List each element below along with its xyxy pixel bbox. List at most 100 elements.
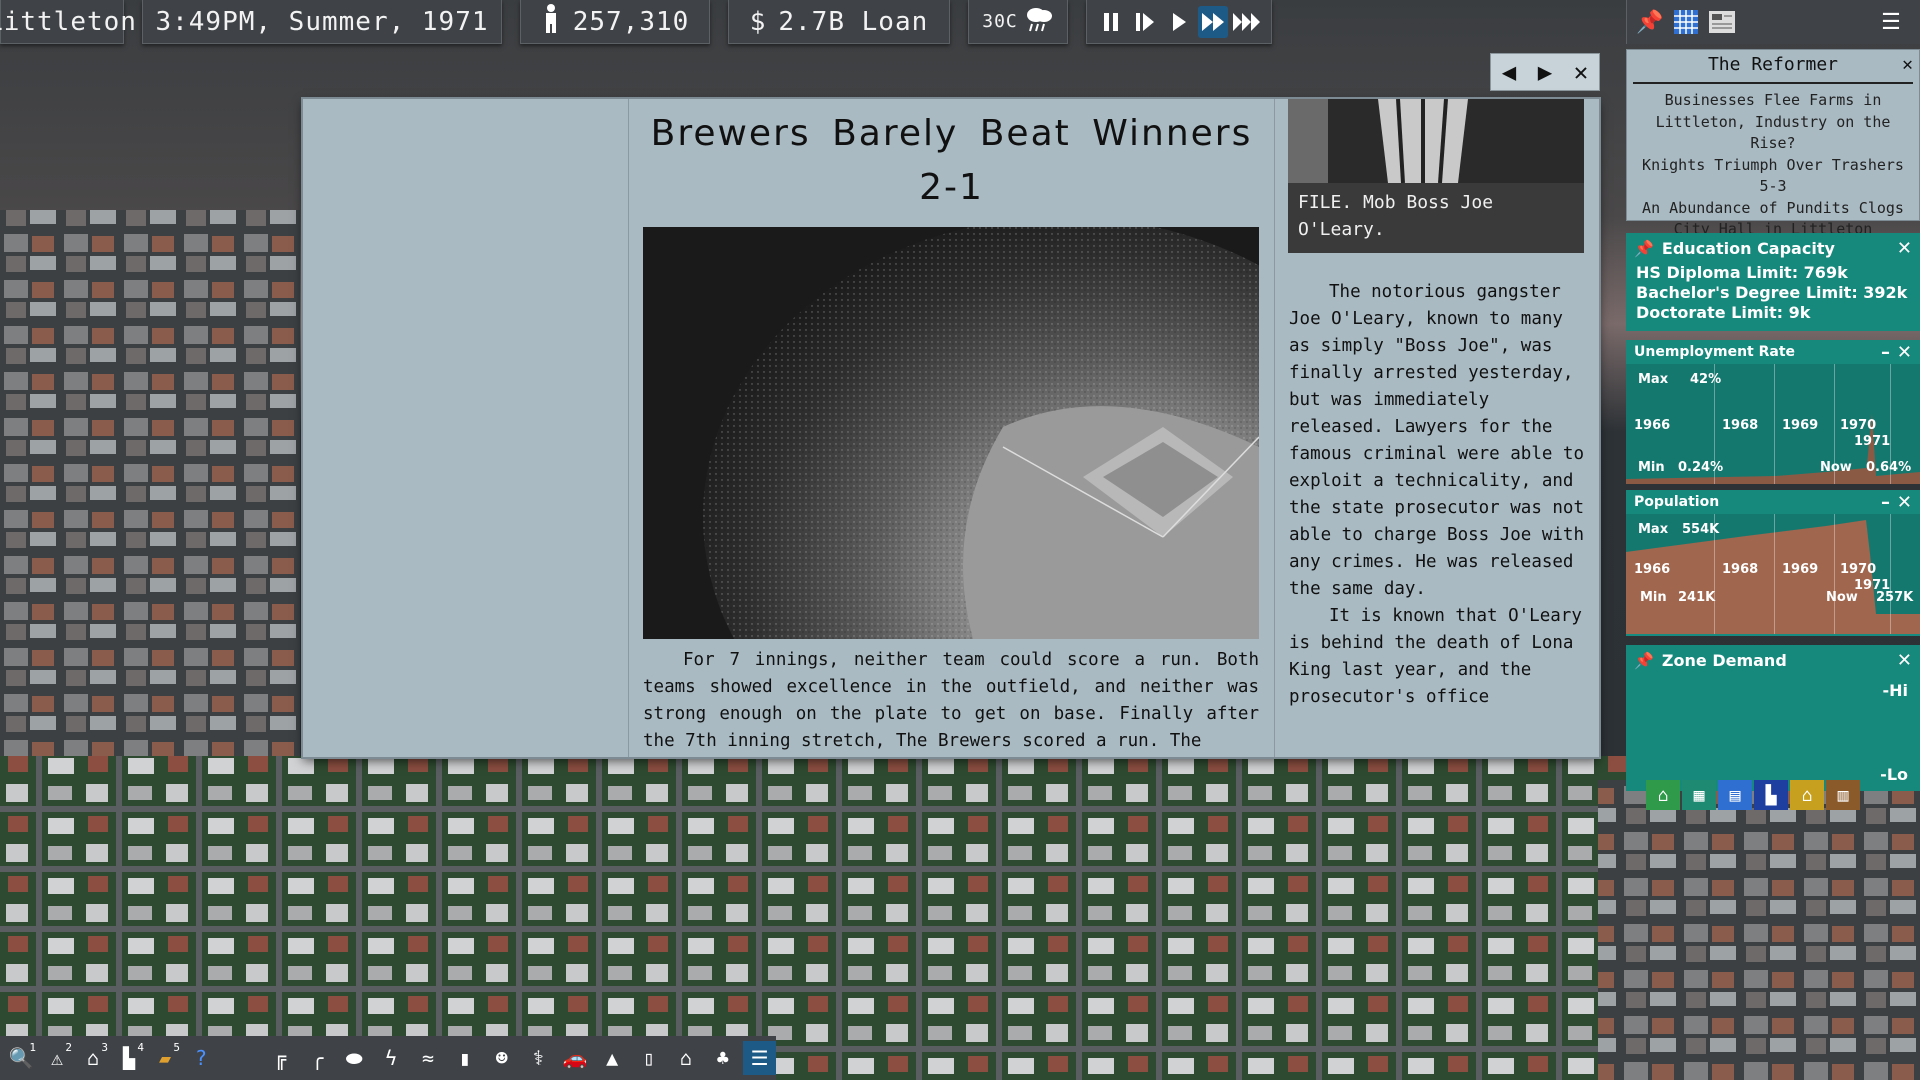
- residential-zone-icon[interactable]: ⌂: [1646, 780, 1680, 810]
- minimize-icon[interactable]: –: [1881, 492, 1890, 513]
- menu-icon[interactable]: ☰: [1876, 7, 1906, 37]
- population-graph: Max 554K 1966 1968 1969 1970 1971 Min 24…: [1626, 514, 1920, 634]
- person-icon: [541, 3, 561, 40]
- now-label: Now: [1826, 590, 1858, 605]
- year-label: 1966: [1634, 562, 1671, 577]
- rail-icon[interactable]: ╭: [301, 1041, 334, 1075]
- close-icon[interactable]: ✕: [1902, 54, 1913, 75]
- close-icon[interactable]: ✕: [1897, 650, 1912, 671]
- side-article-body: The notorious gangster Joe O'Leary, know…: [1289, 279, 1589, 711]
- traffic-cone-icon[interactable]: ▲: [596, 1041, 629, 1075]
- pause-icon[interactable]: [1096, 6, 1126, 38]
- monument-icon[interactable]: ▮: [448, 1041, 481, 1075]
- pin-icon[interactable]: 📌: [1635, 7, 1665, 37]
- bulldozer-icon[interactable]: ▰ 5: [148, 1041, 182, 1075]
- rain-cloud-icon: [1024, 5, 1054, 38]
- population-box[interactable]: 257,310: [520, 0, 710, 44]
- budget-value: 2.7B Loan: [778, 6, 929, 37]
- close-icon[interactable]: ✕: [1897, 492, 1912, 513]
- bachelor-limit: Bachelor's Degree Limit: 392k: [1636, 283, 1908, 302]
- panel-toolbar: 📌 ☰: [1626, 0, 1920, 44]
- high-density-residential-icon[interactable]: ▦: [1682, 780, 1716, 810]
- hs-diploma-limit: HS Diploma Limit: 769k: [1636, 263, 1848, 282]
- newspaper-side-column: FILE. Mob Boss Joe O'Leary. The notoriou…: [1275, 99, 1599, 757]
- bottom-toolbar-left: 🔍 1 ⚠ 2 ⌂ 3 ▙ 4 ▰ 5 ?: [0, 1036, 252, 1080]
- weather-box[interactable]: 30C: [968, 0, 1068, 44]
- close-icon[interactable]: ✕: [1897, 342, 1912, 363]
- year-label: 1970: [1840, 562, 1877, 577]
- education-limits: HS Diploma Limit: 769k Bachelor's Degree…: [1626, 263, 1920, 323]
- year-label: 1971: [1854, 434, 1891, 449]
- industrial-zone-icon[interactable]: ⌂: [1790, 780, 1824, 810]
- minimize-icon[interactable]: –: [1881, 342, 1890, 363]
- farm-zone-icon[interactable]: ▥: [1826, 780, 1860, 810]
- pin-icon[interactable]: 📌: [1634, 651, 1654, 670]
- news-icon[interactable]: [1707, 7, 1737, 37]
- close-icon[interactable]: ✕: [1897, 238, 1912, 259]
- headline-item[interactable]: Knights Triumph Over Trashers 5-3: [1637, 155, 1909, 198]
- newspaper-nav: ◀ ▶ ✕: [1490, 53, 1600, 91]
- help-icon[interactable]: ?: [184, 1041, 218, 1075]
- min-value: 241K: [1678, 590, 1716, 605]
- fast-icon[interactable]: [1198, 5, 1228, 38]
- step-icon[interactable]: [1130, 6, 1160, 38]
- previous-page-icon[interactable]: ◀: [1502, 58, 1516, 86]
- vehicle-icon[interactable]: 🚗: [559, 1041, 592, 1075]
- water-icon[interactable]: ≈: [411, 1041, 444, 1075]
- pipe-icon[interactable]: ⬬: [338, 1041, 371, 1075]
- min-value: 0.24%: [1678, 460, 1724, 475]
- city-name-box[interactable]: Littleton: [0, 0, 136, 44]
- max-value: 554K: [1682, 522, 1720, 537]
- now-value: 257K: [1876, 590, 1914, 605]
- close-icon[interactable]: ✕: [1574, 58, 1588, 86]
- max-label: Max: [1638, 372, 1669, 387]
- photo-caption: FILE. Mob Boss Joe O'Leary.: [1288, 183, 1584, 253]
- next-page-icon[interactable]: ▶: [1538, 58, 1552, 86]
- unemployment-graph: Max 42% 1966 1968 1969 1970 1971 Min 0.2…: [1626, 364, 1920, 484]
- road-icon[interactable]: ╔: [264, 1041, 297, 1075]
- fastest-icon[interactable]: [1232, 6, 1262, 38]
- side-article-paragraph: The notorious gangster Joe O'Leary, know…: [1289, 282, 1585, 599]
- now-value: 0.64%: [1866, 460, 1912, 475]
- year-label: 1969: [1782, 562, 1819, 577]
- commercial-zone-icon[interactable]: ▤: [1718, 780, 1752, 810]
- newspaper-left-column: [303, 99, 629, 757]
- min-label: Min: [1638, 460, 1665, 475]
- factory-icon[interactable]: ▙ 4: [112, 1041, 146, 1075]
- health-icon[interactable]: ⚕: [522, 1041, 555, 1075]
- people-icon[interactable]: ☻: [485, 1041, 518, 1075]
- power-icon[interactable]: ϟ: [375, 1041, 408, 1075]
- low-label: -Lo: [1880, 765, 1908, 784]
- play-icon[interactable]: [1164, 6, 1194, 38]
- transit-icon[interactable]: ▯: [633, 1041, 666, 1075]
- panel-header: 📌 Zone Demand ✕: [1626, 645, 1920, 675]
- pin-icon[interactable]: 📌: [1634, 239, 1654, 258]
- grid-icon[interactable]: [1671, 7, 1701, 37]
- year-label: 1969: [1782, 418, 1819, 433]
- article-headline: Brewers Barely Beat Winners 2-1: [650, 113, 1253, 208]
- query-icon[interactable]: 🔍 1: [4, 1041, 38, 1075]
- high-label: -Hi: [1882, 681, 1908, 700]
- temperature: 30C: [982, 11, 1018, 32]
- zone-demand-panel: 📌 Zone Demand ✕ -Hi -Lo ⌂ ▦ ▤ ▙ ⌂ ▥: [1626, 645, 1920, 810]
- min-label: Min: [1640, 590, 1667, 605]
- headline-item[interactable]: Businesses Flee Farms in Littleton, Indu…: [1637, 90, 1909, 155]
- newspaper-icon[interactable]: ☰: [743, 1041, 777, 1075]
- now-label: Now: [1820, 460, 1852, 475]
- office-zone-icon[interactable]: ▙: [1754, 780, 1788, 810]
- house-icon[interactable]: ⌂ 3: [76, 1041, 110, 1075]
- newspaper-headlines-panel[interactable]: The Reformer ✕ Businesses Flee Farms in …: [1626, 49, 1920, 238]
- hazard-icon[interactable]: ⚠ 2: [40, 1041, 74, 1075]
- year-label: 1966: [1634, 418, 1671, 433]
- residential-icon[interactable]: ⌂: [669, 1041, 702, 1075]
- year-label: 1968: [1722, 562, 1759, 577]
- side-article-paragraph: It is known that O'Leary is behind the d…: [1289, 606, 1582, 707]
- panel-header: Unemployment Rate – ✕: [1626, 340, 1920, 364]
- mob-boss-photo: [1288, 99, 1584, 183]
- park-icon[interactable]: ♣: [706, 1041, 739, 1075]
- newspaper-name: The Reformer: [1633, 50, 1913, 84]
- panel-title: Population: [1634, 494, 1720, 510]
- zone-demand-chart: -Hi -Lo ⌂ ▦ ▤ ▙ ⌂ ▥: [1626, 675, 1920, 810]
- bottom-toolbar-tools: ╔ ╭ ⬬ ϟ ≈ ▮ ☻ ⚕ 🚗 ▲ ▯ ⌂ ♣ ☰: [252, 1036, 777, 1080]
- budget-box[interactable]: $ 2.7B Loan: [728, 0, 950, 44]
